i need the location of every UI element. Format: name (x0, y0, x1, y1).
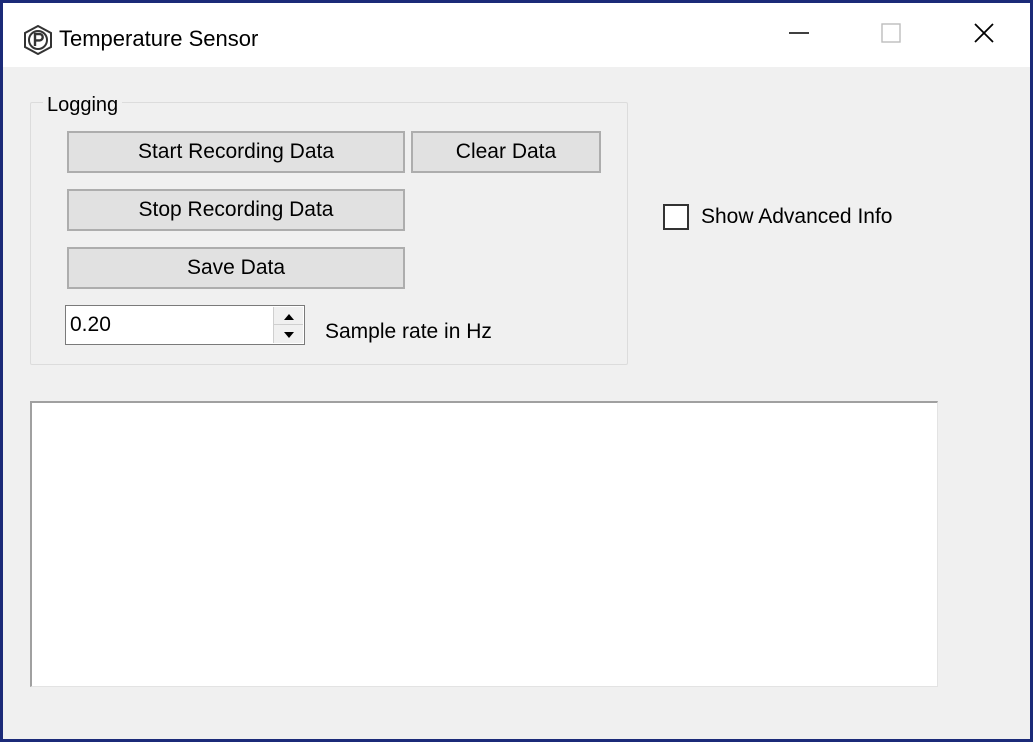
minimize-button[interactable] (753, 3, 845, 67)
close-button[interactable] (938, 3, 1030, 67)
maximize-button[interactable] (845, 3, 937, 67)
spinner-buttons (273, 307, 303, 343)
minimize-icon (787, 21, 811, 50)
temperature-sensor-window: Temperature Sensor Logging Start Recordi… (0, 0, 1033, 742)
show-advanced-info-label[interactable]: Show Advanced Info (701, 204, 892, 230)
spin-down-button[interactable] (274, 325, 303, 343)
arrow-down-icon (283, 325, 294, 343)
close-icon (972, 21, 996, 50)
show-advanced-info-checkbox[interactable] (663, 204, 689, 230)
p-logo-icon (23, 24, 53, 56)
spin-up-button[interactable] (274, 307, 303, 325)
start-recording-button[interactable]: Start Recording Data (67, 131, 405, 173)
data-output-textbox[interactable] (30, 401, 938, 687)
sample-rate-value[interactable]: 0.20 (70, 312, 111, 338)
sample-rate-label: Sample rate in Hz (325, 320, 492, 343)
window-title: Temperature Sensor (59, 26, 259, 51)
save-data-button[interactable]: Save Data (67, 247, 405, 289)
sample-rate-stepper[interactable]: 0.20 (65, 305, 305, 345)
logging-group-label: Logging (43, 93, 123, 117)
arrow-up-icon (283, 307, 294, 325)
title-bar[interactable]: Temperature Sensor (3, 3, 1030, 67)
clear-data-button[interactable]: Clear Data (411, 131, 601, 173)
stop-recording-button[interactable]: Stop Recording Data (67, 189, 405, 231)
maximize-icon (879, 21, 903, 50)
